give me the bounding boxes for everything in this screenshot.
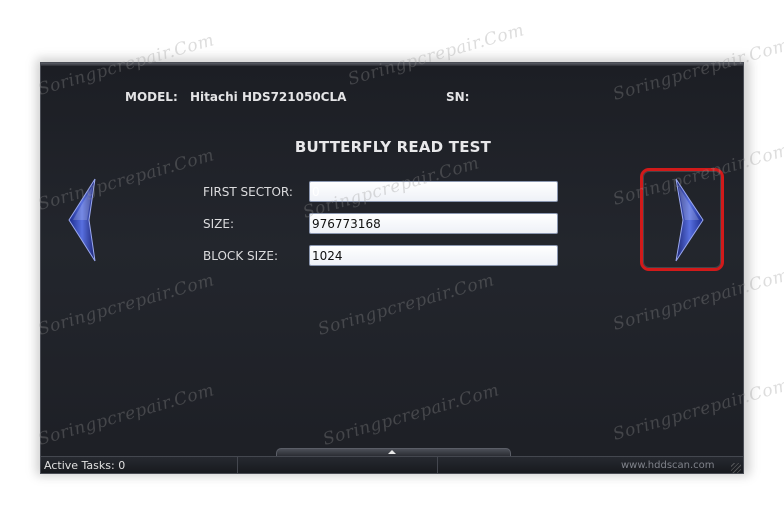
next-button[interactable] bbox=[670, 177, 706, 263]
size-label: SIZE: bbox=[203, 217, 235, 231]
collapse-panel-handle[interactable] bbox=[276, 448, 511, 456]
caret-up-icon bbox=[388, 450, 396, 454]
website-url: www.hddscan.com bbox=[621, 460, 715, 471]
resize-grip-icon[interactable] bbox=[731, 463, 741, 473]
first-sector-input[interactable] bbox=[309, 181, 558, 202]
hddscan-window: MODEL: Hitachi HDS721050CLA SN: BUTTERFL… bbox=[40, 62, 744, 474]
block-size-label: BLOCK SIZE: bbox=[203, 249, 278, 263]
previous-button[interactable] bbox=[67, 177, 99, 263]
block-size-input[interactable] bbox=[309, 245, 558, 266]
model-value: Hitachi HDS721050CLA bbox=[190, 90, 347, 104]
sn-label: SN: bbox=[446, 90, 470, 104]
test-title: BUTTERFLY READ TEST bbox=[294, 138, 492, 156]
size-input[interactable] bbox=[309, 213, 558, 234]
chevron-right-icon bbox=[675, 178, 704, 262]
status-segment-middle bbox=[238, 457, 438, 473]
status-segment-tasks: Active Tasks: 0 bbox=[41, 457, 238, 473]
active-tasks-text: Active Tasks: 0 bbox=[44, 459, 126, 472]
chevron-left-icon bbox=[68, 178, 96, 262]
first-sector-label: FIRST SECTOR: bbox=[203, 185, 293, 199]
model-label: MODEL: bbox=[125, 90, 178, 104]
status-bar: Active Tasks: 0 www.hddscan.com bbox=[41, 456, 743, 473]
